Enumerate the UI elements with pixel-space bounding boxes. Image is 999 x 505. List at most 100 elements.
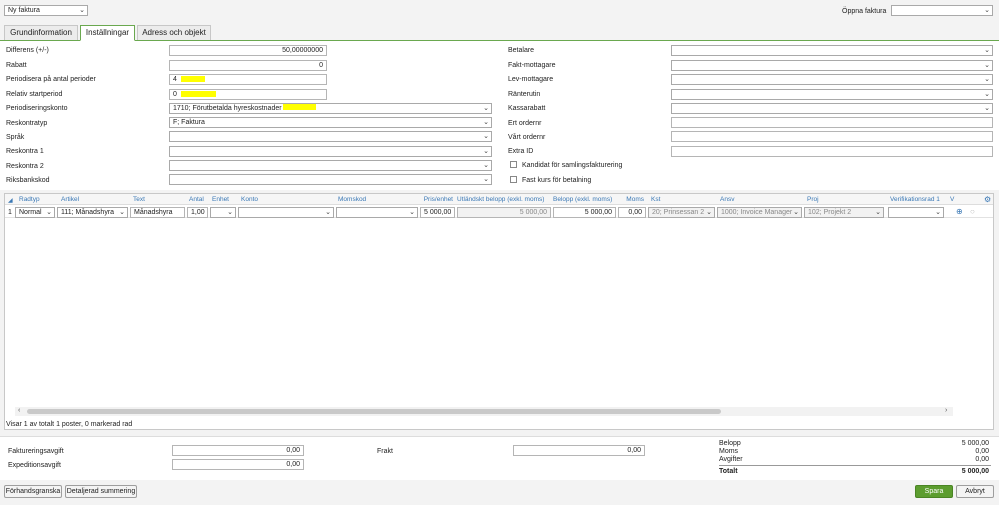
proj-cell-select[interactable]: 102; Projekt 2 ⌄: [804, 207, 884, 218]
field-label: Periodiseringskonto: [6, 105, 68, 112]
reskontra2-select[interactable]: ⌄: [169, 160, 492, 171]
chevron-down-icon: ⌄: [483, 105, 489, 112]
grid-settings-icon[interactable]: ⚙: [984, 195, 991, 204]
reskontra1-select[interactable]: ⌄: [169, 146, 492, 157]
field-label: Språk: [6, 134, 25, 141]
konto-cell-select[interactable]: ⌄: [238, 207, 334, 218]
col-header-proj[interactable]: Proj: [807, 196, 882, 204]
field-label: Fakt-mottagare: [508, 62, 556, 69]
fakt-mottagare-select[interactable]: ⌄: [671, 60, 993, 71]
vart-ordernr-input[interactable]: [671, 131, 993, 142]
field-label: Reskontratyp: [6, 120, 48, 127]
moms-cell-input[interactable]: 0,00: [618, 207, 646, 218]
fast-kurs-checkbox[interactable]: [510, 176, 517, 183]
extra-id-input[interactable]: [671, 146, 993, 157]
tab-adress-och-objekt[interactable]: Adress och objekt: [137, 25, 211, 40]
field-label: Riksbankskod: [6, 177, 50, 184]
col-header-verifikationsrad[interactable]: Verifikationsrad 1: [890, 196, 946, 204]
field-label: Differens (+/-): [6, 47, 49, 54]
sprak-select[interactable]: ⌄: [169, 131, 492, 142]
differens-input[interactable]: 50,00000000: [169, 45, 327, 56]
reskontratyp-select[interactable]: F; Faktura ⌄: [169, 117, 492, 128]
ert-ordernr-input[interactable]: [671, 117, 993, 128]
chevron-down-icon: ⌄: [984, 91, 990, 98]
summary-divider: [719, 465, 991, 466]
samlingsfakturering-checkbox[interactable]: [510, 161, 517, 168]
summary-total-label: Totalt: [719, 468, 738, 475]
artikel-cell-select[interactable]: 111; Månadshyra ⌄: [57, 207, 128, 218]
riksbankskod-select[interactable]: ⌄: [169, 174, 492, 185]
chevron-down-icon: ⌄: [984, 7, 990, 14]
col-header-belopp[interactable]: Belopp (exkl. moms): [553, 196, 614, 204]
open-invoice-select[interactable]: ⌄: [891, 5, 993, 16]
chevron-down-icon: ⌄: [483, 133, 489, 140]
kst-cell-select[interactable]: 20; Prinsessan 2 ⌄: [648, 207, 715, 218]
field-label: Vårt ordernr: [508, 134, 546, 141]
add-row-icon[interactable]: ⊕: [956, 207, 963, 216]
lev-mottagare-select[interactable]: ⌄: [671, 74, 993, 85]
pris-cell-input[interactable]: 5 000,00: [420, 207, 455, 218]
field-label: Periodisera på antal perioder: [6, 76, 96, 83]
col-header-konto[interactable]: Konto: [241, 196, 331, 204]
highlight-mark: [181, 91, 216, 97]
scroll-right-icon[interactable]: ›: [945, 407, 947, 414]
scrollbar-thumb[interactable]: [27, 409, 721, 414]
chevron-down-icon: ⌄: [984, 105, 990, 112]
col-header-v[interactable]: V: [950, 196, 956, 204]
verifikationsrad-cell-select[interactable]: ⌄: [888, 207, 944, 218]
antal-cell-input[interactable]: 1,00: [187, 207, 208, 218]
fee-label: Frakt: [377, 448, 393, 455]
enhet-cell-select[interactable]: ⌄: [210, 207, 236, 218]
chevron-down-icon: ⌄: [46, 209, 52, 216]
cancel-button[interactable]: Avbryt: [956, 485, 994, 498]
momskod-cell-select[interactable]: ⌄: [336, 207, 418, 218]
invoice-rows-grid: [4, 193, 994, 430]
col-header-enhet[interactable]: Enhet: [212, 196, 236, 204]
col-header-utl-belopp[interactable]: Utländskt belopp (exkl. moms): [457, 196, 549, 204]
tab-grundinformation[interactable]: Grundinformation: [4, 25, 78, 40]
ranterutin-select[interactable]: ⌄: [671, 89, 993, 100]
col-header-text[interactable]: Text: [133, 196, 183, 204]
frakt-input[interactable]: 0,00: [513, 445, 645, 456]
text-cell-input[interactable]: Månadshyra: [130, 207, 185, 218]
periodiseringskonto-select[interactable]: 1710; Förutbetalda hyreskostnader ⌄: [169, 103, 492, 114]
field-label: Rabatt: [6, 62, 27, 69]
col-header-artikel[interactable]: Artikel: [61, 196, 127, 204]
belopp-cell-input[interactable]: 5 000,00: [553, 207, 616, 218]
invoice-mode-select[interactable]: Ny faktura ⌄: [4, 5, 88, 16]
chevron-down-icon: ⌄: [706, 209, 712, 216]
field-label: Lev-mottagare: [508, 76, 554, 83]
chevron-down-icon: ⌄: [483, 176, 489, 183]
chevron-down-icon: ⌄: [984, 47, 990, 54]
remove-row-icon[interactable]: ○: [970, 207, 975, 216]
detailed-summary-button[interactable]: Detaljerad summering: [65, 485, 137, 498]
col-header-momskod[interactable]: Momskod: [338, 196, 416, 204]
betalare-select[interactable]: ⌄: [671, 45, 993, 56]
save-button[interactable]: Spara: [915, 485, 953, 498]
faktureringsavgift-input[interactable]: 0,00: [172, 445, 304, 456]
ansv-cell-select[interactable]: 1000; Invoice Manager ⌄: [717, 207, 802, 218]
tab-installningar[interactable]: Inställningar: [80, 25, 135, 41]
col-header-antal[interactable]: Antal: [189, 196, 207, 204]
col-header-ansv[interactable]: Ansv: [720, 196, 800, 204]
preview-button[interactable]: Förhandsgranska: [4, 485, 62, 498]
highlight-mark: [181, 76, 205, 82]
field-label: Ert ordernr: [508, 120, 542, 127]
horizontal-scrollbar[interactable]: ‹ ›: [15, 407, 953, 416]
rabatt-input[interactable]: 0: [169, 60, 327, 71]
col-header-radtyp[interactable]: Radtyp: [19, 196, 55, 204]
chevron-down-icon: ⌄: [875, 209, 881, 216]
summary-label: Avgifter: [719, 456, 743, 463]
chevron-down-icon: ⌄: [984, 62, 990, 69]
expeditionsavgift-input[interactable]: 0,00: [172, 459, 304, 470]
radtyp-cell-select[interactable]: Normal ⌄: [15, 207, 55, 218]
field-label: Extra ID: [508, 148, 534, 155]
fee-label: Faktureringsavgift: [8, 448, 64, 455]
col-header-kst[interactable]: Kst: [651, 196, 713, 204]
col-header-pris[interactable]: Pris/enhet: [421, 196, 453, 204]
scroll-left-icon[interactable]: ‹: [18, 407, 20, 414]
kassarabatt-select[interactable]: ⌄: [671, 103, 993, 114]
col-header-moms[interactable]: Moms: [618, 196, 644, 204]
checkbox-label: Fast kurs för betalning: [522, 177, 592, 184]
chevron-down-icon: ⌄: [483, 162, 489, 169]
